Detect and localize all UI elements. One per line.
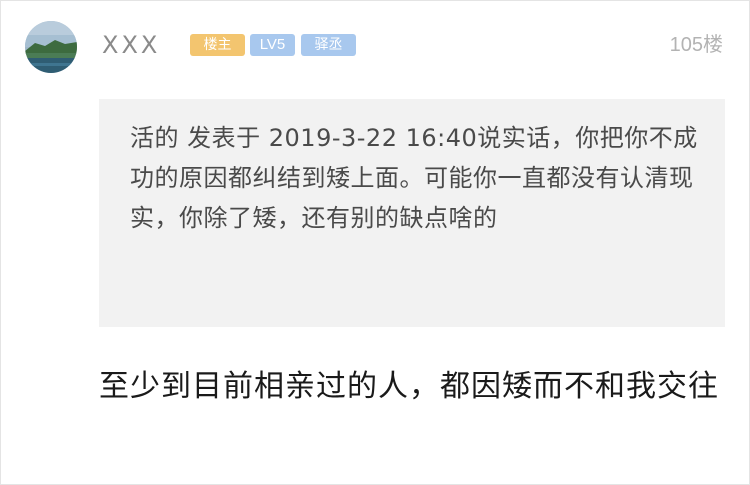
post-card: XXX 楼主 LV5 驿丞 105楼 活的 发表于 2019-3-22 16:4…: [0, 0, 750, 485]
quoted-post: 活的 发表于 2019-3-22 16:40说实话，你把你不成功的原因都纠结到矮…: [99, 99, 725, 327]
quote-text: 活的 发表于 2019-3-22 16:40说实话，你把你不成功的原因都纠结到矮…: [130, 124, 698, 232]
landscape-avatar-icon: [25, 21, 77, 73]
author-name[interactable]: XXX: [102, 28, 160, 62]
avatar[interactable]: [25, 21, 77, 73]
level-badge: LV5: [250, 34, 295, 56]
owner-badge: 楼主: [190, 34, 245, 56]
post-header: XXX 楼主 LV5 驿丞 105楼: [1, 1, 749, 91]
reply-text: 至少到目前相亲过的人，都因矮而不和我交往: [99, 369, 719, 404]
floor-number: 105楼: [669, 34, 723, 56]
title-badge: 驿丞: [301, 34, 356, 56]
